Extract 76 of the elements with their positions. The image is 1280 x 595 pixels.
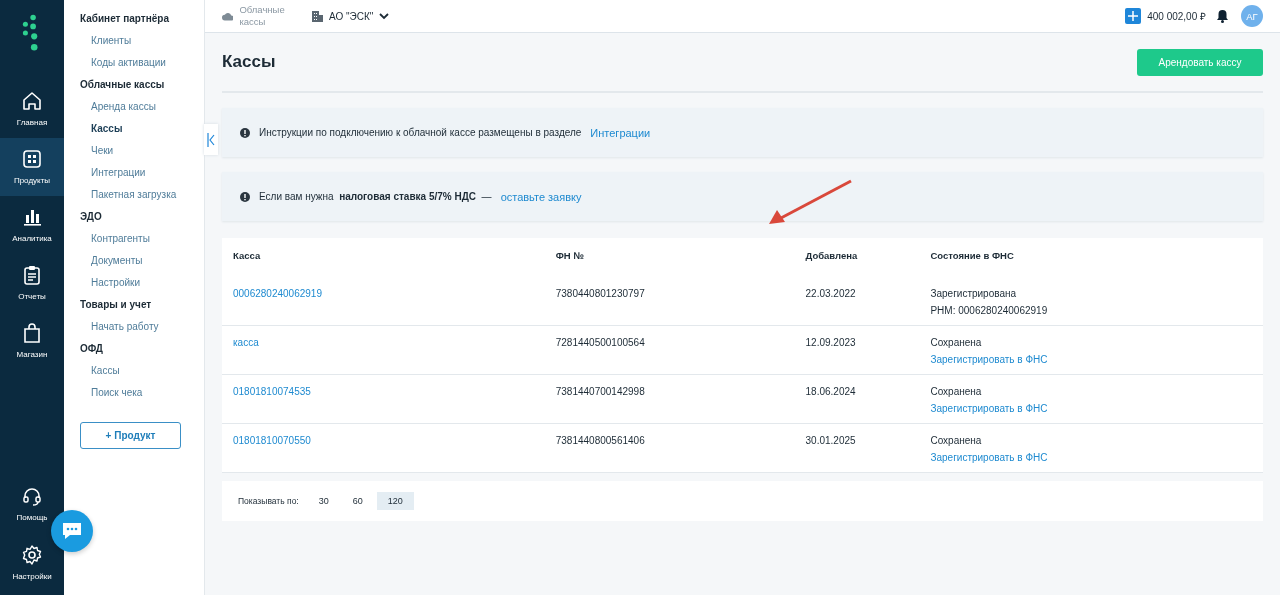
menu-item[interactable]: Контрагенты (80, 228, 204, 250)
menu-section-title: Товары и учет (80, 298, 153, 312)
menu-item[interactable]: Кассы (80, 360, 204, 382)
company-selector[interactable]: АО "ЭСК" (329, 10, 374, 22)
page-size-label: Показывать по: (238, 496, 299, 506)
table-cell: 12.09.2023 (805, 337, 856, 348)
table-cell: 7380440801230797 (555, 288, 645, 299)
info-icon (240, 127, 250, 138)
menu-item[interactable]: Чеки (80, 140, 204, 162)
menu-item[interactable]: Клиенты (80, 30, 204, 52)
grid-icon (21, 148, 43, 170)
rail-item[interactable]: Помощь (16, 477, 48, 530)
table-cell: 18.06.2024 (805, 386, 856, 397)
collapse-sidebar-button[interactable] (204, 124, 218, 155)
page-size-option[interactable]: 30 (308, 492, 339, 510)
notice-link[interactable]: Интеграции (590, 126, 651, 139)
register-link[interactable]: 01801810070550 (233, 435, 311, 446)
table-cell: 30.01.2025 (805, 435, 856, 446)
register-link[interactable]: 01801810074535 (233, 386, 311, 397)
menu-section-title: Облачные кассы (80, 78, 166, 92)
rail-item[interactable]: Отчеты (0, 254, 64, 312)
table-cell: 7281440500100564 (555, 337, 645, 348)
chevron-down-icon[interactable] (379, 12, 390, 20)
headset-icon (21, 485, 43, 507)
menu-item[interactable]: Коды активации (80, 52, 204, 74)
column-header: Касса (222, 238, 545, 277)
menu-section-title: Кабинет партнёра (80, 12, 170, 26)
register-fns-link[interactable]: Зарегистрировать в ФНС (930, 354, 1048, 365)
register-fns-link[interactable]: Зарегистрировать в ФНС (930, 452, 1048, 463)
rail-item[interactable]: Аналитика (0, 196, 64, 254)
balance: 400 002,00 ₽ (1147, 10, 1206, 23)
table-cell: 7381440700142998 (555, 386, 645, 397)
register-link[interactable]: 0006280240062919 (233, 288, 322, 299)
bell-icon[interactable] (1216, 9, 1229, 23)
menu-item[interactable]: Интеграции (80, 162, 204, 184)
add-product-button[interactable]: + Продукт (80, 422, 181, 449)
status-text: Сохранена (930, 435, 982, 446)
rail-item[interactable]: Главная (0, 80, 64, 138)
column-header: Состояние в ФНС (919, 238, 1263, 277)
menu-item[interactable]: Начать работу (80, 316, 204, 338)
menu-item[interactable]: Аренда кассы (80, 96, 204, 118)
clipboard-icon (21, 264, 43, 286)
table-cell: 7381440800561406 (555, 435, 645, 446)
status-text: Сохранена (930, 386, 982, 397)
info-icon (240, 191, 250, 202)
page-size-option[interactable]: 60 (342, 492, 373, 510)
bag-icon (21, 322, 43, 344)
notice-link[interactable]: оставьте заявку (500, 190, 582, 203)
rnm-text: РНМ: 0006280240062919 (930, 305, 1048, 316)
notice-text: Если вам нужна налоговая ставка 5/7% НДС — (259, 191, 492, 202)
menu-item[interactable]: Документы (80, 250, 204, 272)
register-fns-link[interactable]: Зарегистрировать в ФНС (930, 403, 1048, 414)
gear-icon (21, 544, 43, 566)
menu-item[interactable]: Поиск чека (80, 382, 204, 404)
rail-item[interactable]: Магазин (0, 312, 64, 370)
rail-item[interactable]: Продукты (0, 138, 64, 196)
menu-item[interactable]: Пакетная загрузка (80, 184, 204, 206)
service-name: Облачные кассы (239, 4, 286, 28)
page-size-option[interactable]: 120 (376, 492, 414, 510)
menu-section-title: ЭДО (80, 210, 103, 224)
menu-item[interactable]: Настройки (80, 272, 204, 294)
rail-item[interactable]: Настройки (12, 536, 52, 589)
notice-text: Инструкции по подключению к облачной кассе размещены в разделе (259, 127, 582, 138)
table-cell: 22.03.2022 (805, 288, 856, 299)
home-icon (21, 90, 43, 112)
status-text: Сохранена (930, 337, 982, 348)
column-header: Добавлена (794, 238, 920, 277)
collapse-icon[interactable] (207, 132, 215, 147)
building-icon (312, 10, 323, 22)
register-link[interactable]: касса (233, 337, 259, 348)
cloud-icon (222, 10, 234, 22)
status-text: Зарегистрирована (930, 288, 1017, 299)
page-title: Кассы (222, 52, 276, 72)
column-header: ФН № (544, 238, 795, 277)
menu-section-title: ОФД (80, 342, 104, 356)
menu-item[interactable]: Кассы (80, 118, 204, 140)
